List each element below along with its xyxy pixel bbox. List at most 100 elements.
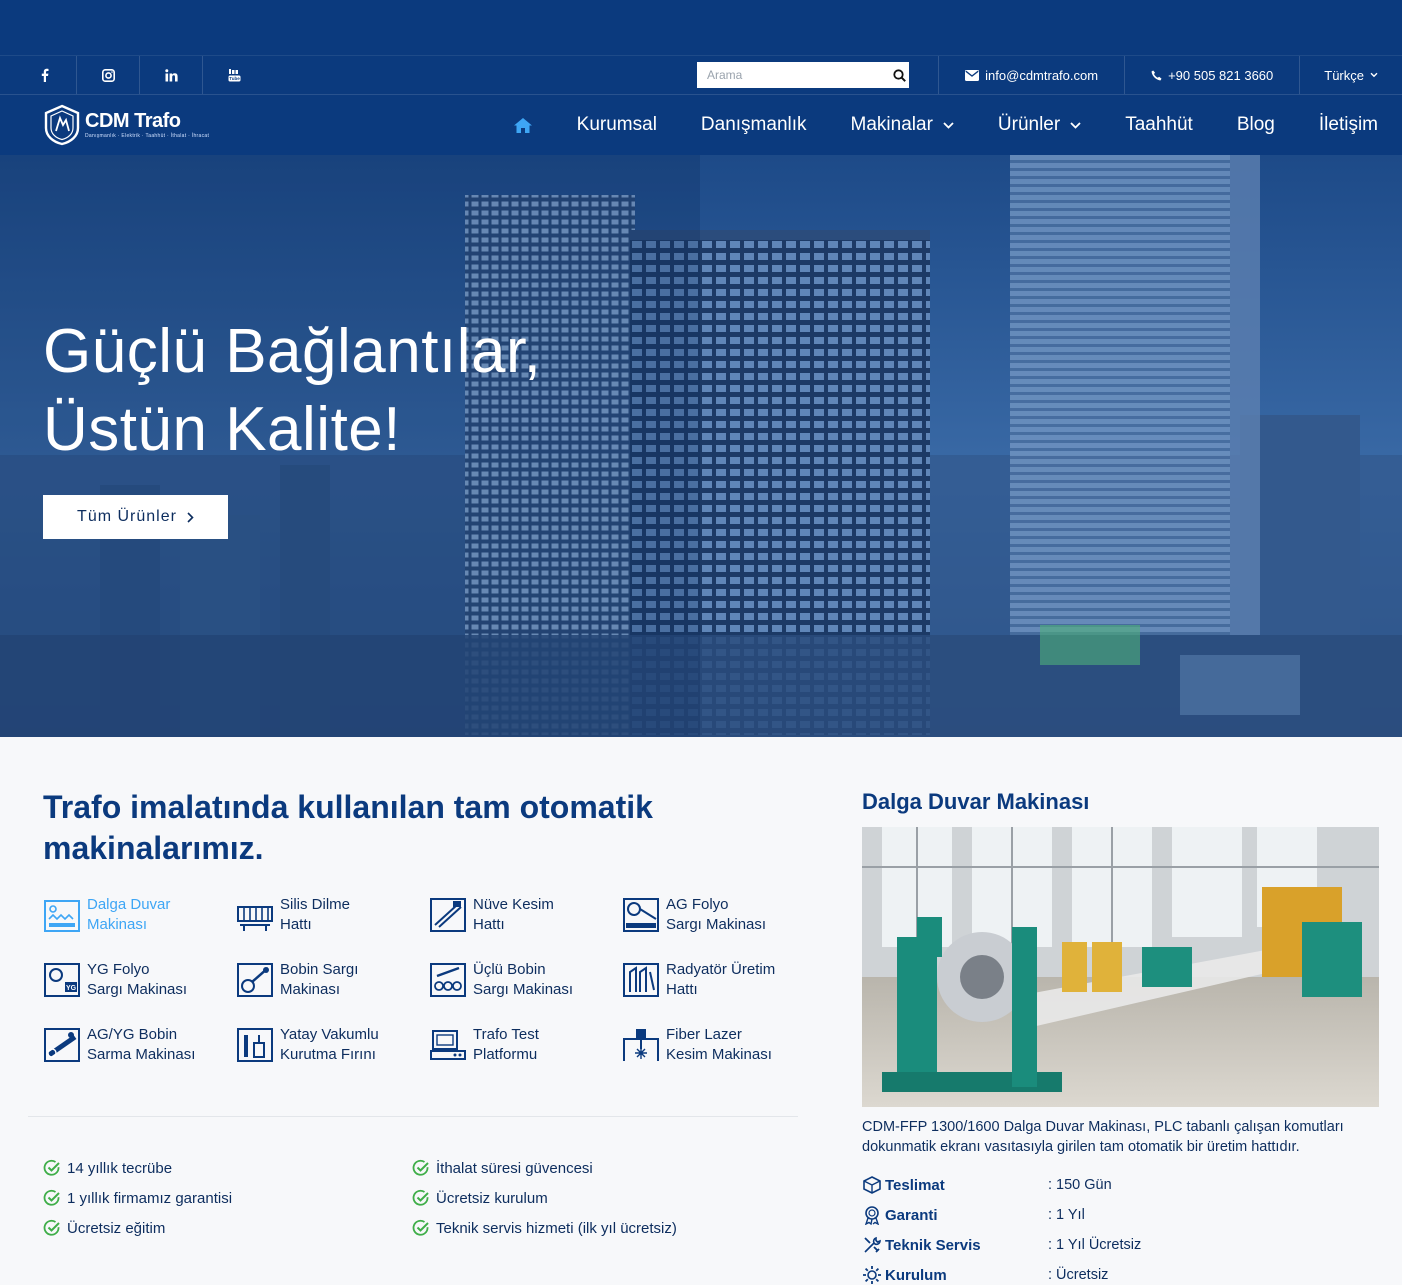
machine-label-line1: Radyatör Üretim bbox=[666, 961, 776, 978]
email-text: info@cdmtrafo.com bbox=[985, 67, 1099, 83]
machine-label: AG/YG Bobin Sarma Makinası bbox=[87, 1025, 227, 1065]
chevron-right-icon bbox=[187, 511, 194, 523]
all-products-label: Tüm Ürünler bbox=[77, 508, 177, 525]
logo[interactable]: CDM Trafo Danışmanlık · Elektrik · Taahh… bbox=[43, 104, 209, 146]
envelope-icon bbox=[965, 69, 980, 81]
machine-label-line2: Platformu bbox=[473, 1046, 538, 1063]
machine-item[interactable]: Radyatör Üretim Hattı bbox=[622, 960, 815, 1000]
machine-item[interactable]: AG Folyo Sargı Makinası bbox=[622, 895, 815, 935]
spec-value: : Ücretsiz bbox=[1048, 1267, 1109, 1283]
machine-label-line2: Hattı bbox=[280, 916, 312, 933]
machine-item[interactable]: Silis Dilme Hattı bbox=[236, 895, 429, 935]
machines-grid: Dalga Duvar Makinası Silis Dilme Hattı Nüv… bbox=[43, 895, 813, 1065]
machine-item[interactable]: Üçlü Bobin Sargı Makinası bbox=[429, 960, 622, 1000]
nav-danismanlik[interactable]: Danışmanlık bbox=[701, 114, 807, 136]
utility-bar: Tube info@cdmtrafo.com +90 505 821 3660 … bbox=[0, 55, 1402, 95]
hero-banner: Güçlü Bağlantılar, Üstün Kalite! Tüm Ürü… bbox=[0, 155, 1402, 737]
chevron-down-icon bbox=[1370, 72, 1378, 78]
hero-title-line2: Üstün Kalite! bbox=[43, 395, 402, 464]
nav-taahhut[interactable]: Taahhüt bbox=[1125, 114, 1193, 136]
machine-label: Yatay Vakumlu Kurutma Fırını bbox=[280, 1025, 420, 1065]
machine-item[interactable]: YG YG Folyo Sargı Makinası bbox=[43, 960, 236, 1000]
machine-label-line2: Hattı bbox=[666, 981, 698, 998]
machine-label-line2: Sarma Makinası bbox=[87, 1046, 196, 1063]
feature-text: Ücretsiz eğitim bbox=[67, 1219, 166, 1237]
facebook-icon[interactable] bbox=[14, 56, 77, 94]
machine-specs: Teslimat : 150 Gün Garanti : 1 Yıl Tekni… bbox=[862, 1170, 1379, 1285]
machine-label: Bobin Sargı Makinası bbox=[280, 960, 420, 1000]
top-strip bbox=[0, 0, 1402, 55]
machine-item[interactable]: Bobin Sargı Makinası bbox=[236, 960, 429, 1000]
nav-blog[interactable]: Blog bbox=[1237, 114, 1275, 136]
nav-label: Ürünler bbox=[997, 114, 1061, 135]
machine-label-line2: Kesim Makinası bbox=[666, 1046, 772, 1063]
linkedin-icon[interactable] bbox=[140, 56, 203, 94]
machine-label-line2: Sargı Makinası bbox=[666, 916, 767, 933]
machine-label-line2: Kurutma Fırını bbox=[280, 1046, 376, 1063]
spec-label: Teslimat bbox=[885, 1176, 945, 1194]
machine-label-line1: AG Folyo bbox=[666, 896, 729, 913]
spec-label: Teknik Servis bbox=[885, 1236, 981, 1254]
nav-urunler[interactable]: Ürünler bbox=[998, 114, 1081, 136]
nav-kurumsal[interactable]: Kurumsal bbox=[577, 114, 657, 136]
coil-winding-icon bbox=[237, 963, 273, 997]
machine-label-line1: Yatay Vakumlu bbox=[280, 1026, 379, 1043]
search-input[interactable] bbox=[697, 62, 889, 88]
check-circle-icon bbox=[43, 1189, 60, 1206]
phone-text: +90 505 821 3660 bbox=[1168, 67, 1274, 83]
machine-label-line2: Hattı bbox=[473, 916, 505, 933]
machine-item[interactable]: Fiber Lazer Kesim Makinası bbox=[622, 1025, 815, 1065]
logo-text: CDM Trafo bbox=[85, 110, 181, 132]
instagram-icon[interactable] bbox=[77, 56, 140, 94]
machine-item[interactable]: Trafo Test Platformu bbox=[429, 1025, 622, 1065]
fiber-laser-icon bbox=[623, 1029, 659, 1061]
check-circle-icon bbox=[43, 1219, 60, 1236]
spec-value: : 150 Gün bbox=[1048, 1177, 1112, 1193]
nav-label: Blog bbox=[1236, 114, 1275, 135]
machine-photo bbox=[862, 827, 1379, 1107]
chevron-down-icon bbox=[943, 121, 954, 129]
machine-label-line1: Silis Dilme bbox=[280, 896, 351, 913]
nav-menu: Kurumsal Danışmanlık Makinalar Ürünler T… bbox=[513, 95, 1378, 155]
hv-foil-winding-icon: YG bbox=[44, 963, 80, 997]
triple-coil-winding-icon bbox=[430, 963, 466, 997]
spec-row: Garanti : 1 Yıl bbox=[862, 1200, 1379, 1230]
spec-value: : 1 Yıl Ücretsiz bbox=[1048, 1237, 1142, 1253]
nav-iletisim[interactable]: İletişim bbox=[1319, 114, 1378, 136]
machine-label-line1: YG Folyo bbox=[87, 961, 150, 978]
machine-item[interactable]: Nüve Kesim Hattı bbox=[429, 895, 622, 935]
core-cutting-icon bbox=[430, 898, 466, 932]
spec-row: Kurulum : Ücretsiz bbox=[862, 1260, 1379, 1285]
machine-item[interactable]: Yatay Vakumlu Kurutma Fırını bbox=[236, 1025, 429, 1065]
spec-row: Teknik Servis : 1 Yıl Ücretsiz bbox=[862, 1230, 1379, 1260]
box-icon bbox=[863, 1176, 881, 1194]
machine-item[interactable]: Dalga Duvar Makinası bbox=[43, 895, 236, 935]
feature-item: 1 yıllık firmamız garantisi bbox=[43, 1188, 412, 1208]
email-link[interactable]: info@cdmtrafo.com bbox=[938, 56, 1124, 94]
gear-icon bbox=[863, 1266, 881, 1284]
phone-link[interactable]: +90 505 821 3660 bbox=[1124, 56, 1299, 94]
machine-label: Fiber Lazer Kesim Makinası bbox=[666, 1025, 806, 1065]
nav-makinalar[interactable]: Makinalar bbox=[851, 114, 954, 136]
machine-label-line2: Makinası bbox=[87, 916, 148, 933]
feature-item: 14 yıllık tecrübe bbox=[43, 1158, 412, 1178]
search-icon[interactable] bbox=[889, 62, 909, 88]
feature-text: 14 yıllık tecrübe bbox=[67, 1159, 173, 1177]
machine-label-line2: Makinası bbox=[280, 981, 341, 998]
all-products-button[interactable]: Tüm Ürünler bbox=[43, 495, 228, 539]
main-nav: CDM Trafo Danışmanlık · Elektrik · Taahh… bbox=[0, 95, 1402, 155]
nav-label: Danışmanlık bbox=[700, 114, 807, 135]
feature-text: 1 yıllık firmamız garantisi bbox=[67, 1189, 233, 1207]
machine-label-line2: Sargı Makinası bbox=[87, 981, 188, 998]
check-circle-icon bbox=[412, 1219, 429, 1236]
nav-home[interactable] bbox=[513, 117, 533, 134]
youtube-icon[interactable]: Tube bbox=[203, 56, 266, 94]
machine-item[interactable]: AG/YG Bobin Sarma Makinası bbox=[43, 1025, 236, 1065]
home-icon bbox=[513, 117, 532, 133]
silicon-slitting-icon bbox=[237, 906, 273, 931]
test-platform-icon bbox=[430, 1030, 466, 1060]
check-circle-icon bbox=[43, 1159, 60, 1176]
machine-label: Silis Dilme Hattı bbox=[280, 895, 420, 935]
language-selector[interactable]: Türkçe bbox=[1299, 56, 1402, 94]
machine-label: YG Folyo Sargı Makinası bbox=[87, 960, 227, 1000]
